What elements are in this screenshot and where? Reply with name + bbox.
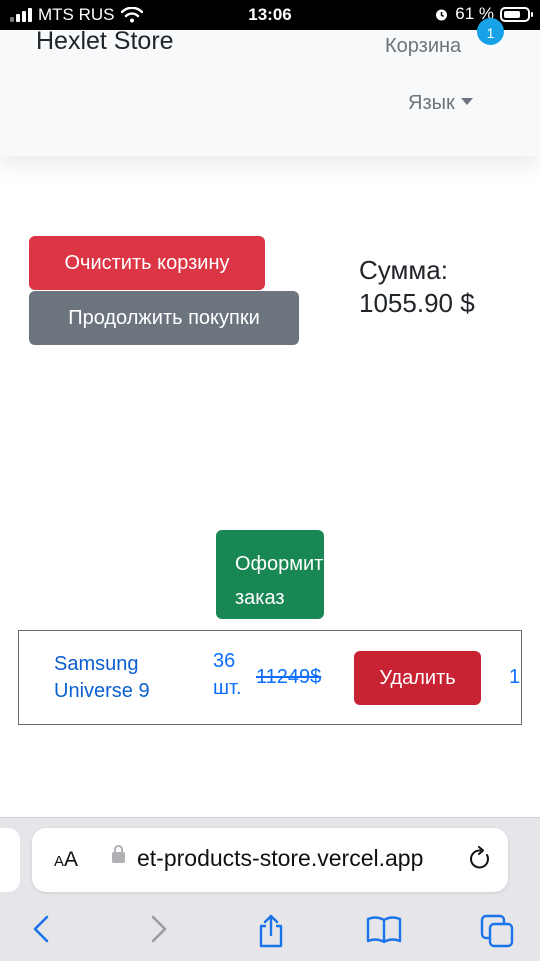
cart-count-badge: 1 (477, 18, 504, 45)
previous-tab-preview[interactable] (0, 828, 20, 892)
product-total: 1055.90 $ (509, 666, 521, 688)
address-bar[interactable]: AA et-products-store.vercel.app (32, 828, 508, 892)
product-price: 11249$ (256, 666, 322, 688)
url-text: et-products-store.vercel.app (137, 845, 424, 871)
cart-link[interactable]: Корзина (385, 35, 461, 58)
tabs-icon[interactable] (480, 914, 514, 948)
share-icon[interactable] (256, 914, 286, 948)
text-size-button[interactable]: AA (54, 848, 78, 872)
cart-sum: Сумма: 1055.90 $ (359, 254, 475, 320)
language-label: Язык (408, 92, 455, 114)
product-name-link[interactable]: Samsung Universe 9 (54, 651, 204, 705)
battery-icon (500, 6, 533, 22)
lock-icon (112, 845, 125, 863)
checkout-label-line2: заказ (235, 586, 285, 609)
delete-item-button[interactable]: Удалить (354, 651, 481, 705)
sum-value: 1055.90 $ (359, 288, 475, 318)
sum-label: Сумма: (359, 255, 448, 285)
continue-shopping-button[interactable]: Продолжить покупки (29, 291, 299, 345)
forward-icon[interactable] (146, 914, 170, 944)
reload-icon[interactable] (468, 846, 492, 872)
brand-link[interactable]: Hexlet Store (36, 27, 174, 56)
clear-cart-button[interactable]: Очистить корзину (29, 236, 265, 290)
navbar: Hexlet Store Корзина 1 Язык (0, 18, 540, 156)
browser-toolbar: AA et-products-store.vercel.app (0, 817, 540, 961)
language-dropdown[interactable]: Язык (408, 92, 473, 115)
bookmarks-icon[interactable] (366, 914, 402, 944)
back-icon[interactable] (30, 914, 54, 944)
status-bar: MTS RUS 13:06 61 % (0, 0, 540, 30)
alarm-icon (436, 9, 448, 20)
checkout-button[interactable]: Оформить заказ (216, 530, 324, 619)
caret-down-icon (460, 98, 473, 105)
product-quantity: 36 шт. (213, 650, 242, 699)
checkout-label-line1: Оформить (235, 552, 324, 575)
cart-table: Samsung Universe 9 36 шт. 11249$ Удалить… (18, 630, 522, 725)
